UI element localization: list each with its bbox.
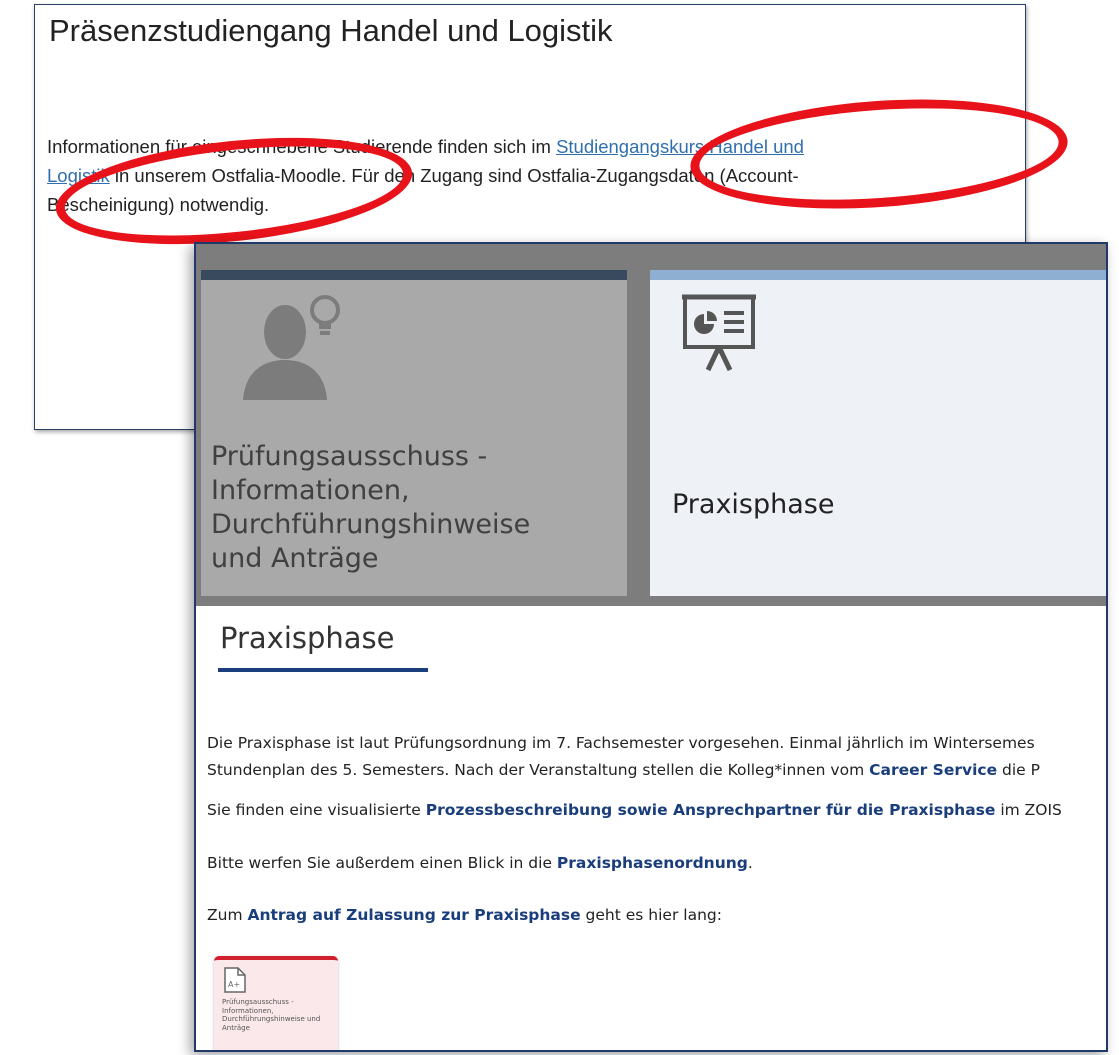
antrag-paragraph: Zum Antrag auf Zulassung zur Praxisphase… (207, 906, 722, 924)
praxisphasenordnung-paragraph: Bitte werfen Sie außerdem einen Blick in… (207, 854, 753, 872)
info-text-start: Informationen für eingeschriebene Studie… (47, 136, 557, 157)
info-text-middle: in unserem Ostfalia-Moodle. Für den Zuga… (109, 165, 799, 186)
tile-navigation: Prüfungsausschuss - Informationen, Durch… (196, 244, 1106, 606)
page-title: Präsenzstudiengang Handel und Logistik (49, 13, 613, 48)
document-a-plus-icon: A+ (224, 967, 246, 993)
section-heading: Praxisphase (220, 621, 395, 655)
praxisphase-intro-paragraph: Die Praxisphase ist laut Prüfungsordnung… (207, 734, 1040, 779)
praxisphasenordnung-link[interactable]: Praxisphasenordnung (557, 854, 748, 872)
heading-underline (218, 668, 428, 672)
presentation-board-icon (682, 294, 756, 372)
praxisphase-panel: Prüfungsausschuss - Informationen, Durch… (194, 242, 1108, 1052)
tile-praxisphase[interactable]: Praxisphase (650, 270, 1106, 596)
svg-text:A+: A+ (228, 980, 240, 989)
person-lightbulb-icon (243, 295, 340, 400)
tile-pruefungsausschuss[interactable]: Prüfungsausschuss - Informationen, Durch… (201, 270, 627, 596)
career-service-link[interactable]: Career Service (869, 761, 997, 779)
moodle-info-paragraph: Informationen für eingeschriebene Studie… (47, 132, 1012, 219)
tile-praxisphase-label: Praxisphase (672, 489, 835, 520)
pruefungsausschuss-file-card[interactable]: A+ Prüfungsausschuss - Informationen, Du… (214, 956, 338, 1050)
tile-pruefungsausschuss-label: Prüfungsausschuss - Informationen, Durch… (211, 441, 531, 574)
prozessbeschreibung-link[interactable]: Prozessbeschreibung sowie Ansprechpartne… (426, 801, 996, 819)
info-text-end: Bescheinigung) notwendig. (47, 194, 270, 215)
antrag-zulassung-link[interactable]: Antrag auf Zulassung zur Praxisphase (247, 906, 580, 924)
file-card-label: Prüfungsausschuss - Informationen, Durch… (222, 998, 321, 1032)
prozessbeschreibung-paragraph: Sie finden eine visualisierte Prozessbes… (207, 801, 1062, 819)
